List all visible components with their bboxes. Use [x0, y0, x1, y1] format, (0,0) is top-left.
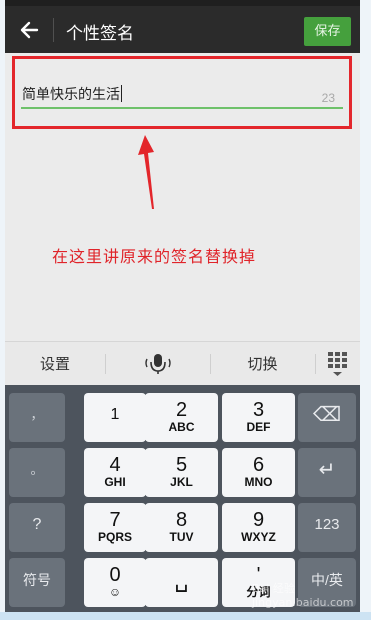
key-9[interactable]: 9 WXYZ: [222, 503, 295, 552]
key-3[interactable]: 3 DEF: [222, 393, 295, 442]
key-sublabel: PQRS: [97, 530, 132, 544]
question-key[interactable]: ?: [9, 503, 65, 552]
key-label: 5: [175, 454, 188, 476]
key-sublabel: ABC: [168, 420, 195, 434]
key-5[interactable]: 5 JKL: [145, 448, 218, 497]
annotation-text: 在这里讲原来的签名替换掉: [52, 247, 257, 266]
key-4[interactable]: 4 GHI: [84, 448, 146, 497]
text-caret: [121, 85, 122, 102]
input-underline: [21, 107, 343, 109]
key-label: 符号: [23, 572, 51, 588]
comma-key[interactable]: ，: [9, 393, 65, 442]
keyboard-grid-button[interactable]: [315, 342, 360, 386]
key-label: 6: [252, 454, 265, 476]
key-label: ，: [30, 407, 44, 422]
title-divider: [53, 18, 54, 42]
key-sublabel: ☺: [108, 585, 122, 599]
backspace-key[interactable]: ⌫: [298, 393, 356, 442]
key-label: 4: [109, 454, 121, 476]
key-1[interactable]: 1: [84, 393, 146, 442]
key-sublabel: TUV: [169, 530, 194, 544]
key-label: 123: [314, 516, 340, 533]
voice-input-button[interactable]: [105, 342, 210, 386]
title-bar: 个性签名 保存: [5, 6, 360, 53]
key-6[interactable]: 6 MNO: [222, 448, 295, 497]
key-0[interactable]: 0 ☺: [84, 558, 146, 607]
right-margin: [360, 0, 371, 612]
watermark: Bai 经验 jingyan.baidu.com: [252, 582, 354, 609]
signature-input[interactable]: 简单快乐的生活: [22, 84, 122, 104]
key-label: ?: [32, 516, 42, 533]
key-label: ␣: [174, 567, 189, 592]
key-7[interactable]: 7 PQRS: [84, 503, 146, 552]
switch-button[interactable]: 切换: [210, 342, 315, 386]
key-label: 8: [175, 509, 188, 531]
signature-value: 简单快乐的生活: [22, 87, 120, 103]
back-button[interactable]: [17, 16, 43, 44]
page-title: 个性签名: [66, 24, 134, 44]
key-label: 9: [252, 509, 265, 531]
period-key[interactable]: 。: [9, 448, 65, 497]
save-button[interactable]: 保存: [304, 17, 351, 46]
key-label: ⌫: [312, 404, 342, 426]
key-label: 0: [109, 564, 121, 586]
key-label: ↵: [318, 459, 336, 481]
symbols-key[interactable]: 符号: [9, 558, 65, 607]
suggestion-bar: 设置 切换: [5, 341, 360, 385]
numbers-key[interactable]: 123: [298, 503, 356, 552]
microphone-icon: [144, 354, 171, 374]
key-sublabel: MNO: [244, 475, 273, 489]
key-label: 1: [110, 406, 120, 423]
key-label: 2: [175, 399, 188, 421]
screen: 个性签名 保存 简单快乐的生活 23 在这里讲原来的签名替换掉 设置 切换 ， …: [0, 0, 371, 620]
key-sublabel: JKL: [170, 475, 193, 489]
annotation-arrow-icon: [138, 135, 154, 209]
key-8[interactable]: 8 TUV: [145, 503, 218, 552]
settings-button[interactable]: 设置: [5, 342, 105, 386]
key-label: 7: [109, 509, 121, 531]
key-sublabel: GHI: [104, 475, 126, 489]
key-label: 3: [252, 399, 265, 421]
arrow-left-icon: [20, 21, 39, 39]
keyboard-grid-icon: [327, 352, 347, 376]
key-sublabel: DEF: [246, 420, 271, 434]
space-key[interactable]: ␣: [145, 558, 218, 607]
enter-key[interactable]: ↵: [298, 448, 356, 497]
char-count: 23: [321, 91, 335, 105]
key-label: 。: [30, 462, 44, 477]
keyboard: ， 1 2 ABC 3 DEF ⌫。 4 GHI 5 JKL 6 MNO ↵? 7 PQRS 8 TUV 9 WXYZ…: [5, 385, 360, 612]
key-2[interactable]: 2 ABC: [145, 393, 218, 442]
key-sublabel: WXYZ: [241, 530, 276, 544]
bottom-strip: [0, 612, 371, 620]
